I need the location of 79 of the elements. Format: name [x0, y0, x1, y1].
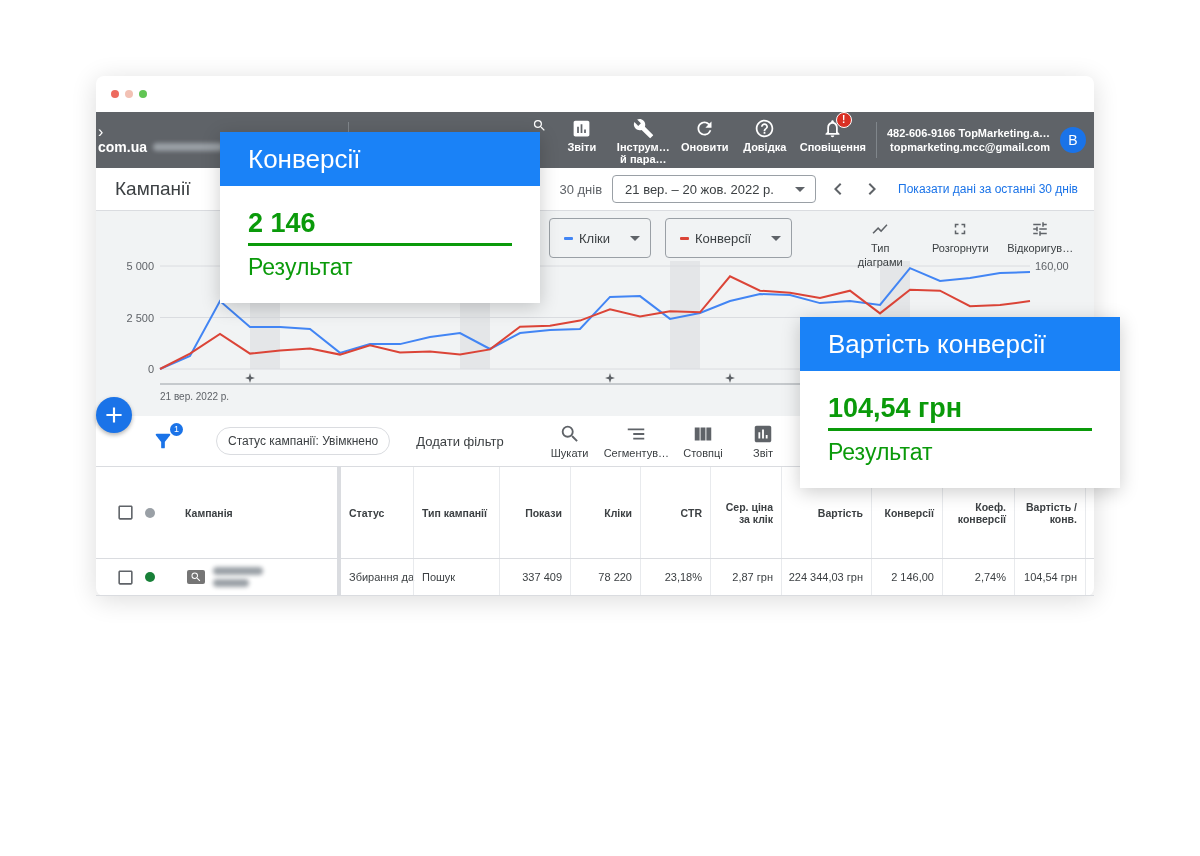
axis-label: 21 вер. 2022 р.	[160, 391, 230, 402]
filter-count-badge: 1	[170, 423, 183, 436]
blurred-text	[213, 567, 263, 575]
wrench-icon	[632, 118, 654, 139]
metric-dropdown[interactable]: Конверсії	[665, 218, 793, 258]
help-icon	[754, 118, 776, 139]
blurred-text	[153, 143, 223, 151]
sparkle-icon	[725, 373, 735, 383]
caret-icon	[630, 235, 640, 241]
metric-dropdown[interactable]: Кліки	[549, 218, 651, 258]
table-cell: 224 344,03 грн	[788, 571, 863, 583]
avatar[interactable]: B	[1060, 127, 1086, 153]
range-label: 30 днів	[559, 181, 603, 197]
sparkle-icon	[605, 373, 615, 383]
table-cell: Збирання да	[349, 571, 415, 583]
column-header[interactable]: Кампанія	[185, 506, 233, 519]
table-cell: 337 409	[522, 571, 562, 583]
table-tool-button[interactable]: Стовпці	[677, 423, 729, 459]
result-caption: Результат	[828, 439, 934, 466]
sparkle-icon	[245, 373, 255, 383]
axis-label: 5 000	[126, 260, 154, 272]
column-header[interactable]: Вартість / конв.	[1023, 500, 1077, 525]
table-cell: Пошук	[422, 571, 456, 583]
search-icon	[531, 118, 547, 133]
account-name: 482-606-9166 TopMarketing.a…	[886, 126, 1050, 140]
checkbox[interactable]	[116, 503, 135, 522]
toolbar-button[interactable]: Інструм… й пара…	[616, 112, 670, 165]
toolbar-button[interactable]: Оновити	[679, 112, 730, 153]
add-button[interactable]	[96, 397, 132, 433]
column-header[interactable]: Конверсії	[884, 506, 934, 519]
search-icon	[187, 570, 205, 584]
axis-label: 160,00	[1035, 260, 1069, 272]
callout-title: Вартість конверсії	[800, 317, 1120, 371]
column-header[interactable]: Вартість	[817, 506, 863, 519]
page-title: Кампанії	[115, 178, 191, 200]
table-cell: 2 146,00	[891, 571, 934, 583]
column-header[interactable]: Сер. ціна за клік	[719, 500, 773, 525]
column-header[interactable]: Кліки	[604, 506, 632, 519]
chart-tool-button[interactable]: Тип діаграми	[840, 218, 921, 269]
column-header[interactable]: Статус	[349, 506, 385, 519]
table-tool-button[interactable]: Шукати	[543, 423, 596, 459]
table-cell: 23,18%	[664, 571, 702, 583]
minimize-dot-icon[interactable]	[125, 90, 133, 98]
account-domain: com.ua	[98, 139, 147, 155]
axis-label: 0	[147, 363, 154, 375]
date-range-select[interactable]: 21 вер. – 20 жов. 2022 р.	[612, 175, 817, 203]
bar-chart-icon	[752, 423, 774, 445]
table-tool-button[interactable]: Сегментув…	[603, 423, 669, 459]
column-header[interactable]: Тип кампанії	[422, 506, 487, 519]
maximize-dot-icon[interactable]	[139, 90, 147, 98]
result-caption: Результат	[248, 254, 354, 281]
chart-tool-button[interactable]: Відкоригув…	[1000, 218, 1081, 255]
caret-icon	[771, 235, 782, 241]
sliders-icon	[1031, 220, 1050, 238]
last-30-days-link[interactable]: Показати дані за останні 30 днів	[898, 182, 1078, 196]
notification-badge: !	[835, 112, 852, 128]
table-cell: 104,54 грн	[1024, 571, 1077, 583]
column-header[interactable]: Покази	[525, 506, 562, 519]
result-value: 104,54 грн	[828, 393, 1092, 431]
chart-tool-button[interactable]: Розгорнути	[920, 218, 1001, 255]
axis-label: 2 500	[126, 311, 154, 324]
add-filter-button[interactable]: Додати фільтр	[416, 433, 504, 449]
callout-title: Конверсії	[220, 132, 540, 186]
table-cell: 2,74%	[974, 571, 1006, 583]
toolbar-button[interactable]: Сповіщення !	[799, 112, 866, 153]
blurred-text	[213, 579, 249, 587]
column-header[interactable]: CTR	[680, 506, 702, 519]
account-email: topmarketing.mcc@gmail.com	[890, 140, 1050, 154]
caret-icon	[795, 186, 806, 192]
toolbar-button[interactable]: Довідка	[739, 112, 790, 153]
table-cell: 2,87 грн	[732, 571, 773, 583]
column-header[interactable]: Коеф. конверсії	[951, 500, 1006, 525]
close-dot-icon[interactable]	[111, 90, 119, 98]
result-value: 2 146	[248, 208, 512, 246]
checkbox[interactable]	[116, 567, 135, 587]
toolbar-button[interactable]: Звіти	[556, 112, 607, 153]
status-dot-icon	[145, 507, 155, 518]
table-cell: 78 220	[598, 571, 632, 583]
table-tool-button[interactable]: Звіт	[737, 423, 789, 459]
